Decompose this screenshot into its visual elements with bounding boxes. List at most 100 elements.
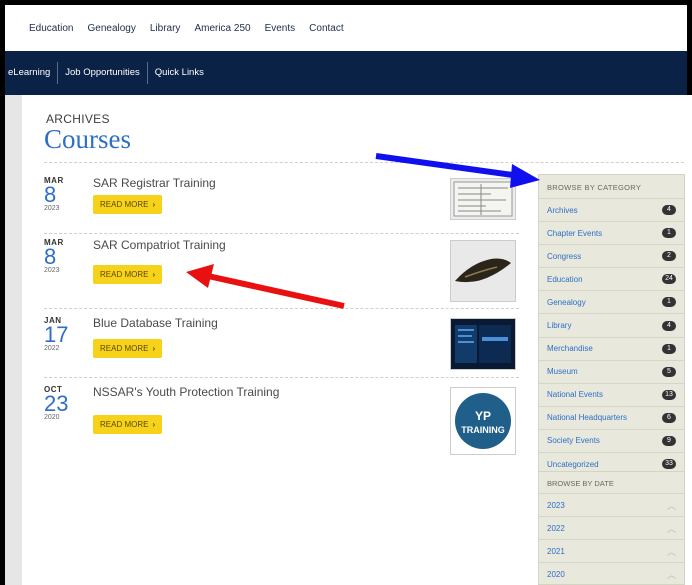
course-date: OCT 23 2020 — [44, 385, 84, 421]
category-label: National Events — [547, 390, 604, 400]
course-item: OCT 23 2020 NSSAR's Youth Protection Tra… — [44, 385, 519, 460]
count-badge: 5 — [662, 366, 676, 377]
category-label: Merchandise — [547, 344, 593, 354]
page-title: Courses — [44, 124, 131, 154]
date-year: 2023 — [44, 267, 60, 274]
nav-library[interactable]: Library — [150, 23, 181, 34]
category-label: Archives — [547, 205, 578, 215]
category-item[interactable]: Congress 2 — [539, 244, 684, 267]
read-more-button[interactable]: READ MORE › — [93, 415, 163, 434]
count-badge: 1 — [662, 297, 676, 308]
yp-text: YP — [475, 409, 491, 423]
read-more-label: READ MORE — [100, 200, 149, 209]
date-heading: BROWSE BY DATE — [547, 479, 614, 488]
category-label: Genealogy — [547, 297, 586, 307]
nav-events[interactable]: Events — [265, 23, 296, 34]
course-date: MAR 8 2023 — [44, 238, 84, 274]
category-label: Library — [547, 321, 572, 331]
tricorn-hat-icon[interactable] — [450, 240, 516, 302]
divider — [44, 377, 519, 378]
category-label: Museum — [547, 367, 578, 377]
yp-badge-icon[interactable]: YP TRAINING — [450, 387, 516, 455]
category-label: Society Events — [547, 436, 600, 446]
count-badge: 2 — [662, 251, 676, 262]
read-more-label: READ MORE — [100, 420, 149, 429]
read-more-label: READ MORE — [100, 270, 149, 279]
chevron-up-icon[interactable]: ︿ — [667, 522, 676, 535]
count-badge: 13 — [662, 389, 676, 400]
date-label: 2023 — [547, 500, 565, 510]
count-badge: 33 — [662, 459, 676, 470]
secondary-navigation: eLearning Job Opportunities Quick Links — [5, 51, 687, 95]
category-heading: BROWSE BY CATEGORY — [547, 183, 642, 192]
chevron-up-icon[interactable]: ︿ — [667, 499, 676, 512]
course-title[interactable]: Blue Database Training — [93, 316, 218, 330]
category-label: Uncategorized — [547, 459, 599, 469]
course-date: MAR 8 2023 — [44, 176, 84, 212]
read-more-label: READ MORE — [100, 344, 149, 353]
count-badge: 24 — [662, 274, 676, 285]
category-item[interactable]: Education 24 — [539, 267, 684, 290]
chevron-up-icon[interactable]: ︿ — [667, 568, 676, 581]
top-navigation: Education Genealogy Library America 250 … — [5, 5, 687, 51]
course-date: JAN 17 2022 — [44, 316, 84, 352]
category-item[interactable]: Library 4 — [539, 313, 684, 336]
category-sidebar: BROWSE BY CATEGORY Archives 4 Chapter Eve… — [538, 174, 685, 477]
category-item[interactable]: Merchandise 1 — [539, 336, 684, 360]
category-item[interactable]: Museum 5 — [539, 359, 684, 383]
chevron-right-icon: › — [152, 344, 156, 353]
category-label: Congress — [547, 251, 582, 261]
date-item[interactable]: 2022 ︿ — [539, 516, 684, 539]
divider — [44, 233, 519, 234]
date-year: 2023 — [44, 205, 60, 212]
course-title[interactable]: SAR Compatriot Training — [93, 238, 226, 252]
course-item: JAN 17 2022 Blue Database Training READ … — [44, 316, 519, 378]
chevron-right-icon: › — [152, 270, 156, 279]
category-item[interactable]: Chapter Events 1 — [539, 221, 684, 244]
nav-genealogy[interactable]: Genealogy — [87, 23, 135, 34]
category-item[interactable]: Society Events 9 — [539, 428, 684, 452]
training-text: TRAINING — [461, 425, 505, 435]
count-badge: 1 — [662, 228, 676, 239]
chevron-right-icon: › — [152, 420, 156, 429]
chevron-right-icon: › — [152, 200, 156, 209]
count-badge: 4 — [662, 205, 676, 216]
course-title[interactable]: NSSAR's Youth Protection Training — [93, 385, 279, 399]
divider — [44, 162, 684, 164]
nav-america-250[interactable]: America 250 — [194, 23, 250, 34]
count-badge: 9 — [662, 435, 676, 446]
count-badge: 1 — [662, 343, 676, 354]
red-arrow-icon — [186, 264, 345, 309]
screen-icon[interactable] — [450, 318, 516, 370]
date-day: 23 — [44, 391, 69, 416]
blue-arrow-icon — [375, 153, 540, 188]
date-item[interactable]: 2021 ︿ — [539, 539, 684, 562]
subnav-job-opportunities[interactable]: Job Opportunities — [58, 62, 148, 84]
category-label: Chapter Events — [547, 228, 603, 238]
date-item[interactable]: 2023 ︿ — [539, 493, 684, 516]
chevron-up-icon[interactable]: ︿ — [667, 545, 676, 558]
date-label: 2021 — [547, 546, 565, 556]
date-item[interactable]: 2020 ︿ — [539, 562, 684, 585]
read-more-button[interactable]: READ MORE › — [93, 195, 163, 214]
nav-education[interactable]: Education — [29, 23, 73, 34]
count-badge: 4 — [662, 320, 676, 331]
category-label: National Headquarters — [547, 413, 628, 423]
date-label: 2022 — [547, 523, 565, 533]
nav-contact[interactable]: Contact — [309, 23, 343, 34]
read-more-button[interactable]: READ MORE › — [93, 339, 163, 358]
date-sidebar: BROWSE BY DATE 2023 ︿ 2022 ︿ 2021 ︿ 2020 ︿ — [538, 471, 685, 585]
date-day: 8 — [44, 182, 57, 207]
date-label: 2020 — [547, 569, 565, 579]
category-item[interactable]: Archives 4 — [539, 198, 684, 221]
read-more-button[interactable]: READ MORE › — [93, 265, 163, 284]
page-gutter — [5, 95, 22, 585]
category-item[interactable]: Genealogy 1 — [539, 290, 684, 313]
subnav-quick-links[interactable]: Quick Links — [148, 62, 211, 84]
course-title[interactable]: SAR Registrar Training — [93, 176, 216, 190]
category-item[interactable]: National Headquarters 6 — [539, 405, 684, 429]
category-item[interactable]: National Events 13 — [539, 382, 684, 406]
category-label: Education — [547, 274, 583, 284]
subnav-elearning[interactable]: eLearning — [5, 62, 59, 84]
date-day: 17 — [44, 322, 69, 347]
